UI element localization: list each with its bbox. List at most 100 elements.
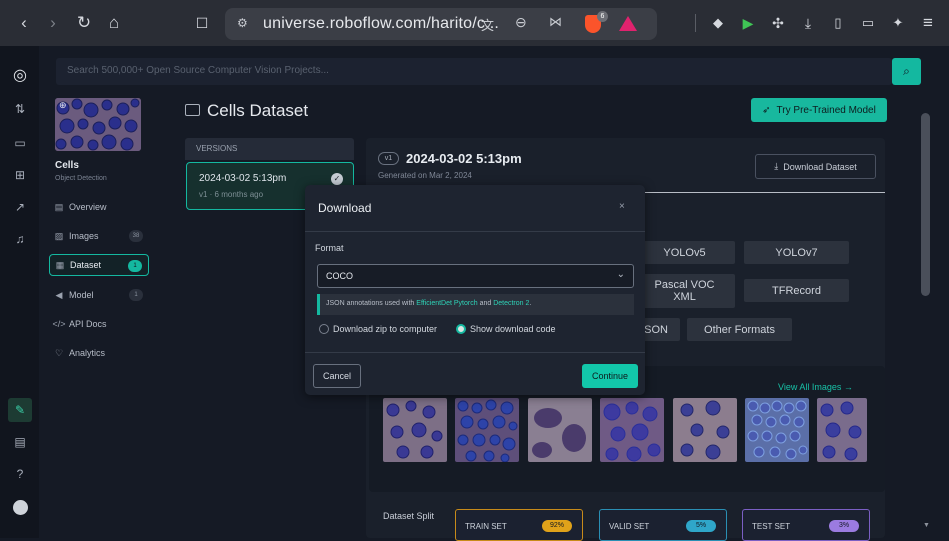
image-thumbnail-graphic: [455, 398, 519, 462]
extension-icon[interactable]: ◆: [706, 11, 730, 35]
page-scrollbar[interactable]: [921, 113, 930, 296]
search-button[interactable]: ⌕: [892, 58, 921, 85]
sort-icon[interactable]: ⇅: [8, 97, 32, 121]
download-icon: ⤓: [774, 161, 779, 171]
nav-label: Dataset: [70, 260, 102, 270]
format-yolov7[interactable]: YOLOv7: [744, 241, 849, 264]
wallet-icon[interactable]: ▭: [856, 11, 880, 35]
image-thumbnail[interactable]: [455, 398, 519, 462]
translate-icon[interactable]: 文: [481, 15, 494, 34]
radio-code[interactable]: [456, 324, 466, 334]
back-icon[interactable]: ‹: [12, 11, 36, 35]
valid-set-card: VALID SET 5%: [599, 509, 727, 541]
image-thumbnail-graphic: [383, 398, 447, 462]
detectron-link[interactable]: Detectron 2: [493, 300, 529, 307]
format-pascal-voc[interactable]: Pascal VOC XML: [634, 274, 735, 308]
home-icon[interactable]: ⌂: [102, 11, 126, 35]
scroll-down-icon[interactable]: ▼: [923, 522, 930, 529]
leo-ai-icon[interactable]: ✦: [886, 11, 910, 35]
nav-label: Overview: [69, 202, 107, 212]
help-icon[interactable]: ?: [8, 462, 32, 486]
test-pct-badge: 3%: [829, 520, 859, 532]
format-select[interactable]: COCO ⌄: [317, 264, 634, 288]
close-icon[interactable]: ×: [619, 201, 625, 212]
bell-icon[interactable]: ♫: [8, 227, 32, 251]
efficientdet-link[interactable]: EfficientDet Pytorch: [416, 300, 477, 307]
avatar[interactable]: [13, 500, 28, 515]
nav-model[interactable]: ◀ Model 1: [49, 284, 149, 306]
cancel-button[interactable]: Cancel: [313, 364, 361, 388]
nav-api-docs[interactable]: </> API Docs: [49, 313, 149, 335]
project-thumbnail[interactable]: ⊕: [55, 98, 141, 151]
test-set-card: TEST SET 3%: [742, 509, 870, 541]
image-thumbnail[interactable]: [745, 398, 809, 462]
forward-icon[interactable]: ›: [41, 11, 65, 35]
image-thumbnail[interactable]: [600, 398, 664, 462]
radio-zip[interactable]: [319, 324, 329, 334]
image-thumbnail-graphic: [745, 398, 809, 462]
search-icon: ⌕: [903, 64, 910, 78]
format-info: JSON annotations used with EfficientDet …: [317, 294, 634, 315]
view-all-images-link[interactable]: View All Images →: [778, 382, 853, 392]
universe-icon[interactable]: ✎: [8, 398, 32, 422]
option-code-label: Show download code: [470, 324, 556, 334]
nav-analytics[interactable]: ♡ Analytics: [49, 342, 149, 364]
version-badge: v1: [378, 152, 399, 165]
dataset-icon: ▦: [55, 259, 65, 270]
download-modal: Download × Format COCO ⌄ JSON annotation…: [305, 185, 645, 395]
try-pretrained-model-button[interactable]: ➶ Try Pre-Trained Model: [751, 98, 887, 122]
brave-rewards-icon[interactable]: [619, 16, 637, 31]
hierarchy-icon[interactable]: ⊞: [8, 163, 32, 187]
nav-images[interactable]: ▨ Images 38: [49, 225, 149, 247]
reload-icon[interactable]: ↻: [72, 11, 96, 35]
format-yolov5[interactable]: YOLOv5: [634, 241, 735, 264]
image-thumbnail-graphic: [600, 398, 664, 462]
roboflow-logo-icon[interactable]: ◎: [8, 63, 32, 87]
sidebar-toggle-icon[interactable]: ▯: [826, 11, 850, 35]
image-thumbnail-graphic: [528, 398, 592, 462]
download-icon[interactable]: ⤓: [796, 11, 820, 35]
format-label: Format: [315, 243, 344, 253]
zoom-icon[interactable]: ⊖: [515, 14, 527, 31]
image-thumbnail-graphic: [673, 398, 737, 462]
bookmark-icon[interactable]: ☐: [190, 11, 214, 35]
overview-icon: ▤: [54, 201, 64, 212]
share-icon[interactable]: ⋈: [549, 14, 562, 30]
test-set-label: TEST SET: [752, 522, 791, 531]
analytics-icon[interactable]: ↗: [8, 195, 32, 219]
nav-label: Images: [69, 231, 99, 241]
inbox-icon[interactable]: ▭: [8, 131, 32, 155]
format-tfrecord[interactable]: TFRecord: [744, 279, 849, 302]
version-card-title: 2024-03-02 5:13pm: [199, 173, 287, 184]
chevron-down-icon: ⌄: [616, 269, 625, 280]
docs-icon[interactable]: ▤: [8, 430, 32, 454]
train-set-label: TRAIN SET: [465, 522, 507, 531]
image-thumbnail[interactable]: [817, 398, 867, 462]
continue-button[interactable]: Continue: [582, 364, 638, 388]
nav-dataset[interactable]: ▦ Dataset 1: [49, 254, 149, 276]
nav-overview[interactable]: ▤ Overview: [49, 196, 149, 218]
try-model-label: Try Pre-Trained Model: [776, 104, 876, 116]
image-thumbnail[interactable]: [528, 398, 592, 462]
option-download-zip[interactable]: Download zip to computer: [319, 324, 437, 334]
option-show-code[interactable]: Show download code: [456, 324, 556, 334]
puzzle-icon[interactable]: ✣: [766, 11, 790, 35]
play-extension-icon[interactable]: ▶: [736, 11, 760, 35]
menu-icon[interactable]: ≡: [916, 11, 940, 35]
version-title: 2024-03-02 5:13pm: [406, 151, 522, 166]
modal-footer-divider: [305, 352, 645, 353]
nav-label: Analytics: [69, 348, 106, 358]
info-mid: and: [477, 300, 494, 307]
site-info-icon[interactable]: ⚙: [237, 16, 248, 30]
project-thumbnail-image: [55, 98, 141, 151]
modal-title: Download: [318, 201, 372, 215]
format-other[interactable]: Other Formats: [687, 318, 792, 341]
image-thumbnail[interactable]: [673, 398, 737, 462]
project-type: Object Detection: [55, 175, 107, 182]
search-input[interactable]: Search 500,000+ Open Source Computer Vis…: [56, 58, 892, 85]
download-dataset-button[interactable]: ⤓ Download Dataset: [755, 154, 876, 179]
image-thumbnail[interactable]: [383, 398, 447, 462]
version-card-meta: v1 · 6 months ago: [199, 190, 264, 199]
search-placeholder: Search 500,000+ Open Source Computer Vis…: [67, 65, 329, 76]
download-dataset-label: Download Dataset: [783, 161, 857, 172]
